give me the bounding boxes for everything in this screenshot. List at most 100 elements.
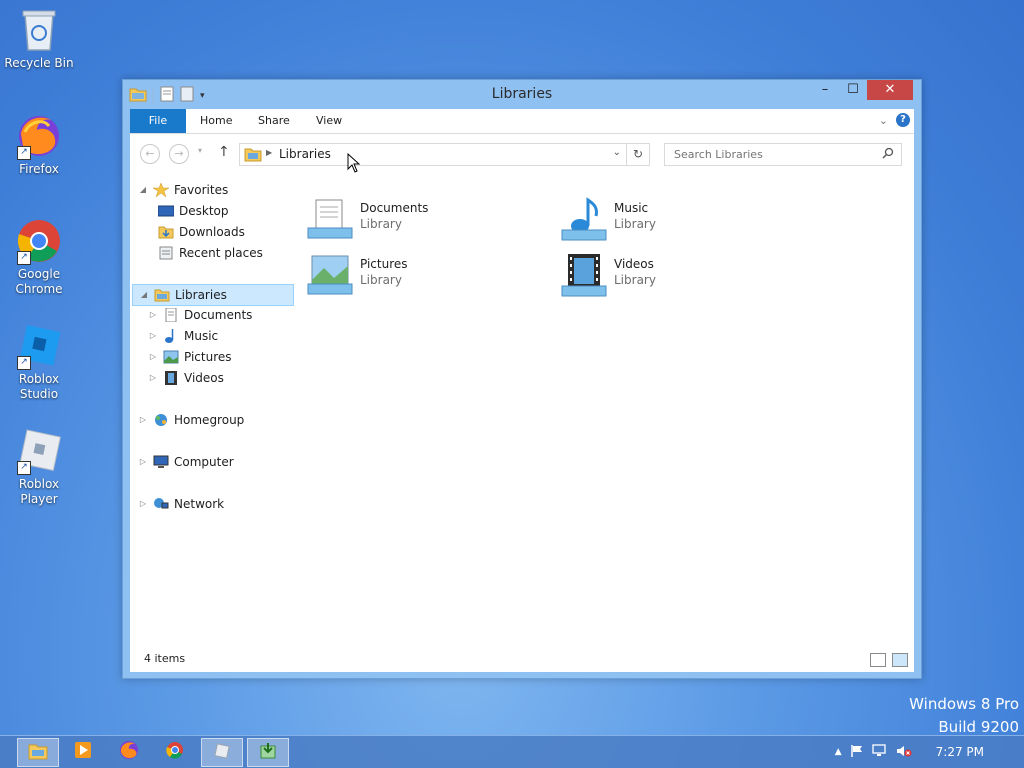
navigation-pane: ◢ Favorites Desktop Downloads Recent pla… xyxy=(130,172,294,647)
taskbar-uninstall-tool[interactable] xyxy=(247,738,289,767)
documents-library-icon xyxy=(306,196,354,244)
desktop-icon-chrome[interactable]: ↗ Google Chrome xyxy=(0,217,78,297)
clock[interactable]: 7:27 PM xyxy=(936,745,984,759)
action-center-flag-icon[interactable] xyxy=(850,744,864,761)
network-status-icon[interactable] xyxy=(871,743,888,761)
videos-library-icon xyxy=(560,252,608,300)
taskbar-file-explorer[interactable] xyxy=(17,738,59,767)
expanded-arrow-icon[interactable]: ◢ xyxy=(138,180,148,200)
firefox-icon xyxy=(119,740,139,763)
file-explorer-icon xyxy=(28,742,48,763)
search-icon[interactable] xyxy=(882,147,894,162)
close-button[interactable]: ✕ xyxy=(867,80,913,100)
nav-label: Videos xyxy=(184,371,224,385)
tab-share[interactable]: Share xyxy=(244,109,304,133)
breadcrumb-libraries[interactable]: Libraries xyxy=(279,147,331,161)
large-icons-view-icon[interactable] xyxy=(892,653,908,667)
collapsed-arrow-icon[interactable]: ▷ xyxy=(138,452,148,472)
downloads-icon xyxy=(158,225,174,239)
nav-videos[interactable]: ▷ Videos xyxy=(148,368,224,388)
roblox-studio-icon: ↗ xyxy=(15,322,63,370)
ribbon-right: ⌄ ? xyxy=(879,113,910,127)
expanded-arrow-icon[interactable]: ◢ xyxy=(139,285,149,305)
desktop-icon-recycle-bin[interactable]: Recycle Bin xyxy=(0,6,78,71)
computer-icon xyxy=(153,455,169,469)
nav-network[interactable]: ▷ Network xyxy=(138,494,224,514)
desktop-icon-label: Roblox Studio xyxy=(18,372,60,401)
nav-homegroup[interactable]: ▷ Homegroup xyxy=(138,410,244,430)
collapsed-arrow-icon[interactable]: ▷ xyxy=(138,494,148,514)
taskbar-roblox[interactable] xyxy=(201,738,243,767)
desktop-icon-label: Roblox Player xyxy=(18,477,60,506)
nav-documents[interactable]: ▷ Documents xyxy=(148,305,252,325)
expand-ribbon-icon[interactable]: ⌄ xyxy=(879,114,888,127)
search-input[interactable] xyxy=(672,147,876,162)
nav-label: Pictures xyxy=(184,350,232,364)
desktop-icon-label: Recycle Bin xyxy=(4,56,74,70)
library-pictures[interactable]: Pictures Library xyxy=(300,252,530,302)
recent-locations-icon[interactable]: ▾ xyxy=(198,146,202,155)
forward-button[interactable]: → xyxy=(169,144,189,164)
nav-pictures[interactable]: ▷ Pictures xyxy=(148,347,232,367)
search-box[interactable] xyxy=(664,143,902,166)
desktop-icon-firefox[interactable]: ↗ Firefox xyxy=(0,112,78,177)
library-videos[interactable]: Videos Library xyxy=(554,252,784,302)
network-icon xyxy=(153,497,169,511)
shortcut-arrow-icon: ↗ xyxy=(17,251,31,265)
taskbar-media-player[interactable] xyxy=(63,738,103,765)
libraries-icon xyxy=(244,146,262,165)
minimize-button[interactable]: – xyxy=(811,80,839,100)
nav-favorites[interactable]: ◢ Favorites xyxy=(138,180,228,200)
nav-libraries[interactable]: ◢ Libraries xyxy=(132,284,294,306)
library-name: Documents xyxy=(360,201,429,215)
breadcrumb-chevron-icon[interactable]: ▶ xyxy=(266,148,272,157)
status-bar: 4 items xyxy=(130,648,914,672)
collapsed-arrow-icon[interactable]: ▷ xyxy=(148,368,158,388)
pictures-icon xyxy=(163,350,179,364)
details-view-icon[interactable] xyxy=(870,653,886,667)
collapsed-arrow-icon[interactable]: ▷ xyxy=(138,410,148,430)
nav-label: Recent places xyxy=(179,246,263,260)
collapsed-arrow-icon[interactable]: ▷ xyxy=(148,305,158,325)
back-button[interactable]: ← xyxy=(140,144,160,164)
library-music[interactable]: Music Library xyxy=(554,196,784,246)
mouse-cursor-icon xyxy=(347,152,361,176)
tab-view[interactable]: View xyxy=(302,109,356,133)
nav-computer[interactable]: ▷ Computer xyxy=(138,452,234,472)
volume-muted-icon[interactable] xyxy=(896,744,912,761)
nav-label: Network xyxy=(174,497,225,511)
maximize-button[interactable]: ☐ xyxy=(839,80,867,100)
address-dropdown-icon[interactable]: ⌄ xyxy=(613,147,621,158)
collapsed-arrow-icon[interactable]: ▷ xyxy=(148,326,158,346)
desktop-icon xyxy=(157,204,175,218)
libraries-icon xyxy=(154,288,170,302)
tab-home[interactable]: Home xyxy=(186,109,246,133)
forward-arrow-icon: → xyxy=(174,147,184,160)
desktop-icon-roblox-player[interactable]: ↗ Roblox Player xyxy=(0,427,78,507)
help-icon[interactable]: ? xyxy=(896,113,910,127)
nav-downloads[interactable]: Downloads xyxy=(158,222,245,242)
library-name: Videos xyxy=(614,257,654,271)
refresh-button[interactable]: ↻ xyxy=(627,143,650,166)
library-type: Library xyxy=(614,217,656,231)
window-controls: – ☐ ✕ xyxy=(811,80,913,100)
title-bar[interactable]: ▾ Libraries – ☐ ✕ xyxy=(123,80,921,109)
desktop-icon-roblox-studio[interactable]: ↗ Roblox Studio xyxy=(0,322,78,402)
nav-label: Libraries xyxy=(175,288,227,302)
taskbar-firefox[interactable] xyxy=(109,738,149,765)
content-pane: Documents Library Music Library Pictures… xyxy=(300,172,914,647)
tab-file[interactable]: File xyxy=(130,109,186,133)
show-hidden-icons-icon[interactable]: ▲ xyxy=(835,747,842,757)
nav-recent-places[interactable]: Recent places xyxy=(158,243,263,263)
library-documents[interactable]: Documents Library xyxy=(300,196,530,246)
nav-music[interactable]: ▷ Music xyxy=(148,326,218,346)
up-button[interactable]: ↑ xyxy=(218,144,230,160)
taskbar-chrome[interactable] xyxy=(155,738,195,765)
collapsed-arrow-icon[interactable]: ▷ xyxy=(148,347,158,367)
address-bar[interactable]: ▶ Libraries ⌄ xyxy=(239,143,627,166)
homegroup-icon xyxy=(153,413,169,427)
back-arrow-icon: ← xyxy=(145,147,155,160)
nav-desktop[interactable]: Desktop xyxy=(157,201,229,221)
library-name: Pictures xyxy=(360,257,408,271)
music-note-icon xyxy=(163,329,179,343)
